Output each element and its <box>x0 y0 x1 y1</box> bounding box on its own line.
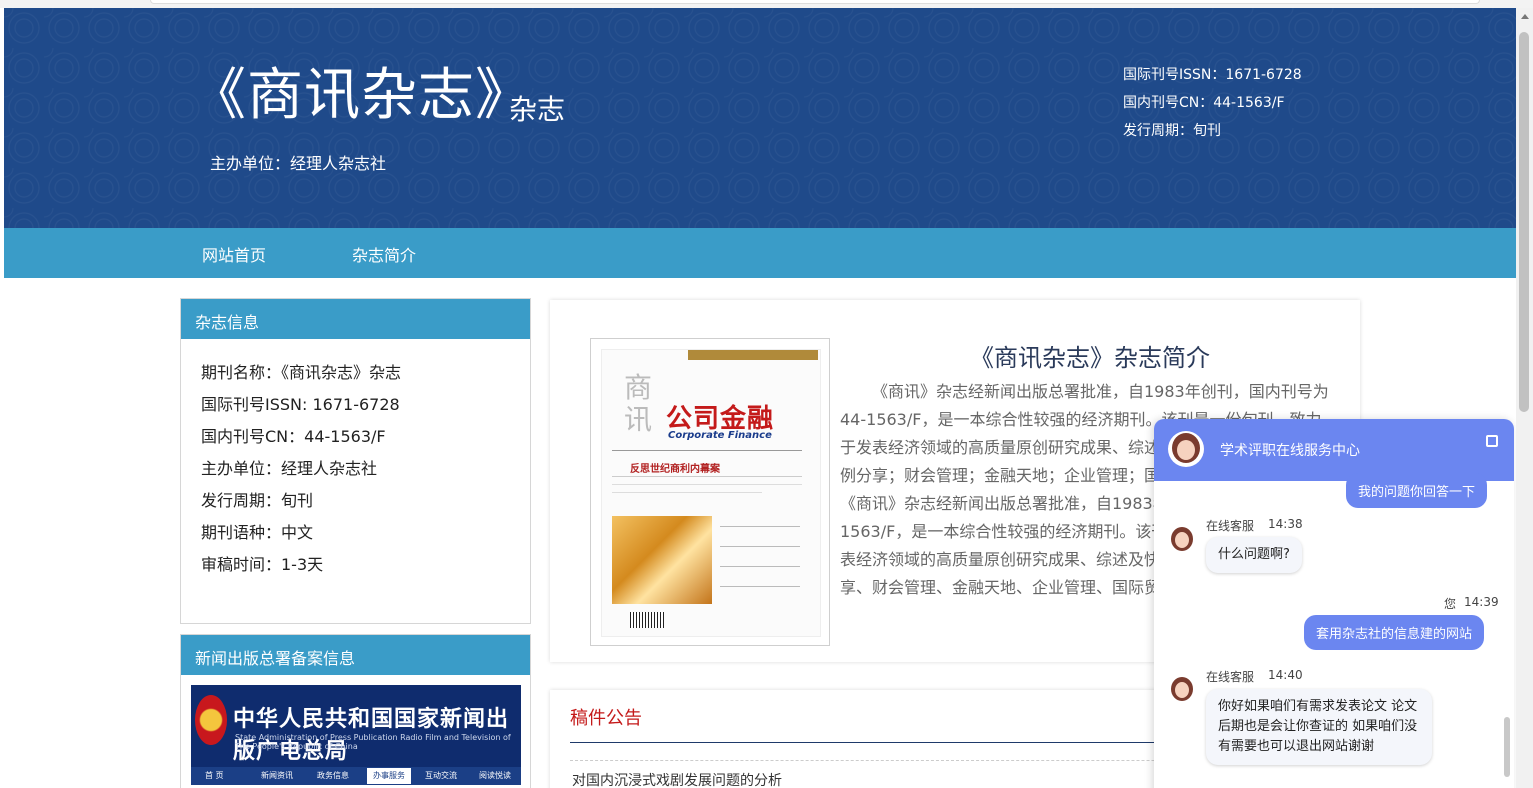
cover-headline: 反思世纪商利内幕案 <box>630 464 720 475</box>
agent-message: 什么问题啊? <box>1206 537 1302 573</box>
chat-scrollbar[interactable] <box>1504 717 1510 777</box>
record-info-panel: 新闻出版总署备案信息 中华人民共和国国家新闻出版广电总局 State Admin… <box>180 634 531 788</box>
scroll-up-icon[interactable] <box>1521 14 1529 19</box>
agent-avatar-small <box>1168 525 1196 553</box>
cover-puzzle-image <box>612 516 712 604</box>
gov-nav-item: 办事服务 <box>367 768 411 784</box>
avatar-face <box>1175 682 1189 698</box>
user-message: 我的问题你回答一下 <box>1346 473 1488 508</box>
user-name: 您 <box>1444 597 1457 611</box>
avatar-face <box>1177 440 1195 460</box>
cover-shang-text: 商讯 <box>624 371 653 436</box>
site-header: 《商讯杂志》 杂志 主办单位：经理人杂志社 国际刊号ISSN：1671-6728… <box>4 8 1516 228</box>
info-issn: 国际刊号ISSN: 1671-6728 <box>201 395 400 414</box>
nav-home[interactable]: 网站首页 <box>202 242 266 266</box>
journal-cover-image: 商讯 公司金融 Corporate Finance 反思世纪商利内幕案 <box>590 338 830 646</box>
page-scrollbar[interactable] <box>1516 8 1533 788</box>
info-language: 期刊语种：中文 <box>201 523 314 542</box>
scrollbar-thumb[interactable] <box>1519 32 1529 412</box>
agent-avatar-small <box>1168 675 1196 703</box>
cover-english-name: Corporate Finance <box>668 430 772 441</box>
cover-barcode <box>630 612 664 628</box>
gov-banner-image[interactable]: 中华人民共和国国家新闻出版广电总局 State Administration o… <box>191 685 521 785</box>
info-review-time: 审稿时间：1-3天 <box>201 555 324 574</box>
cover-rule <box>612 484 802 485</box>
agent-name: 在线客服 <box>1206 670 1255 684</box>
cover-rule <box>612 492 762 493</box>
header-cycle: 发行周期：旬刊 <box>1123 123 1221 139</box>
info-sponsor: 主办单位：经理人杂志社 <box>201 459 378 478</box>
chat-messages: 我的问题你回答一下 在线客服 14:38 什么问题啊? 您 14:39 套用杂志… <box>1154 473 1514 788</box>
message-time: 14:39 <box>1464 595 1499 609</box>
gov-nav-item: 政务信息 <box>317 771 349 780</box>
sponsor-text: 主办单位：经理人杂志社 <box>210 154 387 173</box>
info-cn: 国内刊号CN：44-1563/F <box>201 427 386 446</box>
page: 《商讯杂志》 杂志 主办单位：经理人杂志社 国际刊号ISSN：1671-6728… <box>0 0 1533 788</box>
notice-title: 稿件公告 <box>570 708 642 729</box>
chat-title: 学术评职在线服务中心 <box>1220 443 1360 459</box>
journal-title-suffix: 杂志 <box>509 93 566 126</box>
info-cycle: 发行周期：旬刊 <box>201 491 314 510</box>
gov-nav-item: 互动交流 <box>425 771 457 780</box>
journal-info-panel: 杂志信息 期刊名称：《商讯杂志》杂志 国际刊号ISSN: 1671-6728 国… <box>180 298 531 624</box>
gov-nav-item: 阅读悦读 <box>479 771 511 780</box>
journal-title: 《商讯杂志》 <box>190 63 532 128</box>
minimize-icon[interactable] <box>1486 435 1498 447</box>
cover-rule <box>720 566 800 567</box>
chat-header: 学术评职在线服务中心 <box>1154 419 1514 481</box>
cover-rule <box>720 526 800 527</box>
chat-widget: 学术评职在线服务中心 我的问题你回答一下 在线客服 14:38 什么问题啊? 您… <box>1154 419 1514 788</box>
record-info-title: 新闻出版总署备案信息 <box>181 635 530 675</box>
agent-name: 在线客服 <box>1206 519 1255 533</box>
agent-message: 你好如果咱们有需求发表论文 论文后期也是会让你查证的 如果咱们没有需要也可以退出… <box>1206 689 1432 765</box>
avatar-face <box>1175 532 1189 548</box>
gov-banner-nav: 首 页 新闻资讯 政务信息 办事服务 互动交流 阅读悦读 <box>191 767 521 785</box>
notice-item-link[interactable]: 对国内沉浸式戏剧发展问题的分析 <box>572 770 782 788</box>
cover-rule <box>720 546 800 547</box>
gov-nav-item: 首 页 <box>205 771 224 780</box>
cover-rule <box>612 476 802 477</box>
nav-intro[interactable]: 杂志简介 <box>352 242 416 266</box>
address-bar-edge <box>150 0 1480 4</box>
cover-top-band <box>688 350 818 360</box>
gov-banner-subtitle: State Administration of Press Publicatio… <box>235 733 511 751</box>
agent-avatar <box>1168 431 1204 467</box>
user-message: 套用杂志社的信息建的网站 <box>1304 615 1485 650</box>
header-cn: 国内刊号CN：44-1563/F <box>1123 95 1285 111</box>
journal-info-list: 期刊名称：《商讯杂志》杂志 国际刊号ISSN: 1671-6728 国内刊号CN… <box>181 339 530 599</box>
cover-inner: 商讯 公司金融 Corporate Finance 反思世纪商利内幕案 <box>601 349 821 637</box>
message-time: 14:38 <box>1268 517 1303 531</box>
browser-top-strip <box>0 0 1533 8</box>
header-issn: 国际刊号ISSN：1671-6728 <box>1123 67 1302 83</box>
cover-rule <box>612 450 802 451</box>
journal-info-title: 杂志信息 <box>181 299 530 339</box>
message-time: 14:40 <box>1268 668 1303 682</box>
gov-nav-item: 新闻资讯 <box>261 771 293 780</box>
intro-title: 《商讯杂志》杂志简介 <box>970 344 1210 372</box>
cover-rule <box>720 586 800 587</box>
info-name: 期刊名称：《商讯杂志》杂志 <box>201 363 402 382</box>
main-nav: 网站首页 杂志简介 <box>4 228 1516 278</box>
national-emblem-icon <box>195 695 227 745</box>
